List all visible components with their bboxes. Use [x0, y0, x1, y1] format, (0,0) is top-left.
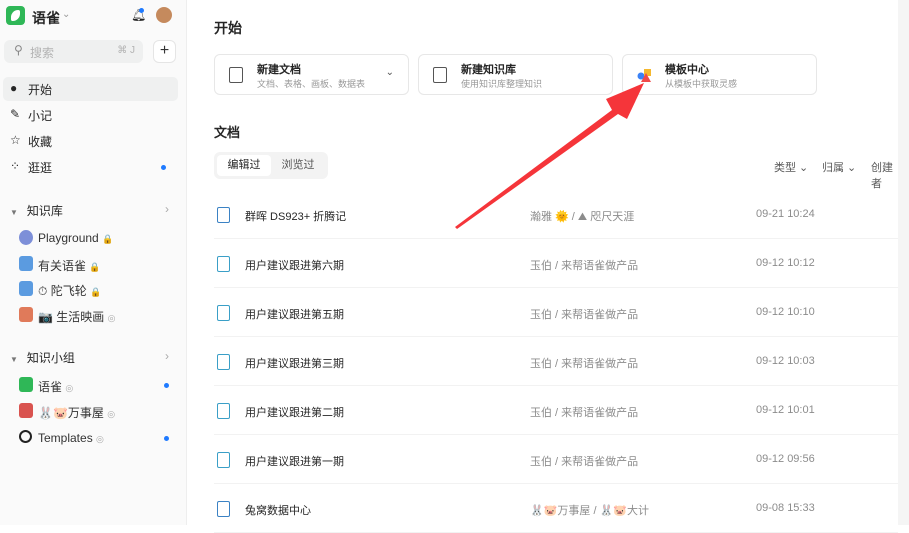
red-arrow	[455, 83, 644, 229]
annotation-arrow	[455, 83, 644, 229]
